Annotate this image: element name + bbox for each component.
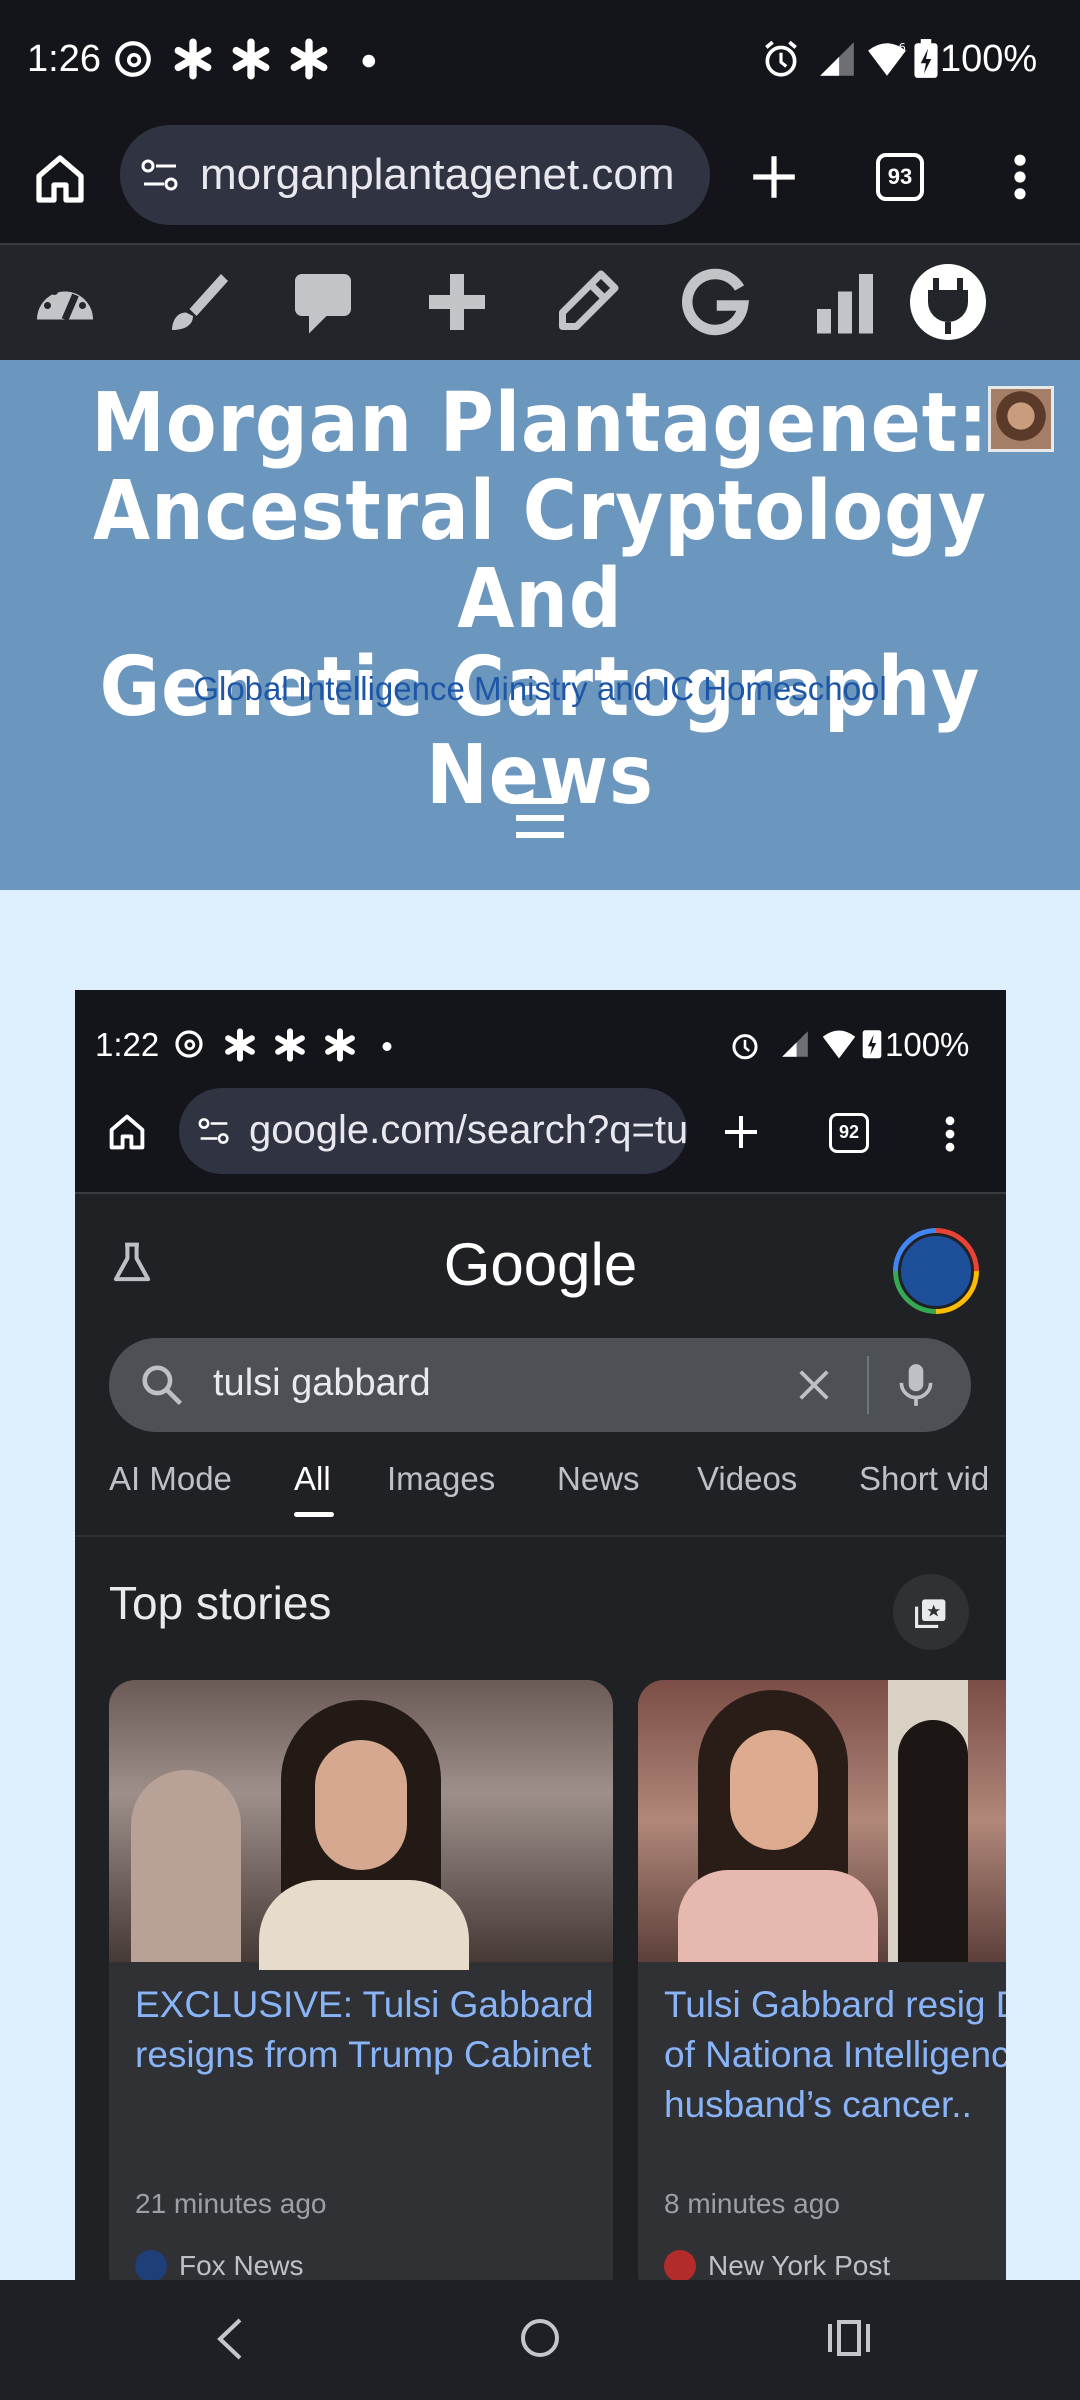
active-tab-indicator [294,1512,334,1517]
asterisk-app-icon [275,1028,305,1062]
url-bar[interactable]: morganplantagenet.com [120,125,710,225]
story-image [109,1680,613,1970]
google-logo: Google [443,1231,638,1298]
new-content-plus-icon[interactable] [422,267,492,337]
tab-news: News [557,1460,640,1497]
alarm-icon [765,40,797,77]
stats-bars-icon[interactable] [810,267,880,337]
embedded-status-bar: 1:22 100% [75,990,1006,1088]
user-avatar[interactable] [988,386,1054,452]
site-tagline: Global Intelligence Ministry and IC Home… [193,670,887,707]
asterisk-app-icon [290,38,328,80]
system-nav-bar [0,2280,1080,2400]
story-age: 8 minutes ago [664,2188,840,2219]
back-icon[interactable] [210,2316,250,2362]
embedded-screenshot: 1:22 100% google.com/search?q=tu 92 Goog… [75,990,1006,2290]
site-title-line: Ancestral Cryptology And [93,464,987,647]
new-tab-icon[interactable] [748,151,800,203]
admin-toolbar [0,245,1080,360]
svg-text:6: 6 [899,41,906,55]
embedded-browser-toolbar: google.com/search?q=tu 92 [75,1088,1006,1194]
search-divider [867,1356,869,1414]
more-menu-icon [945,1116,955,1152]
story-headline: Tulsi Gabbard resig Director of Nationa … [664,1984,1006,2125]
story-viewer-button [893,1574,969,1650]
status-bar: 1:26 6 100% [0,0,1080,125]
asterisk-app-icon [325,1028,355,1062]
signal-icon [820,42,854,76]
tab-switcher-button: 92 [829,1113,869,1153]
recents-icon[interactable] [826,2316,872,2360]
tab-videos: Videos [697,1460,798,1497]
threads-icon [115,41,151,77]
story-card: Tulsi Gabbard resig Director of Nationa … [638,1680,1006,2290]
edit-pencil-icon[interactable] [552,267,622,337]
embedded-url-text: google.com/search?q=tu [249,1108,689,1152]
tab-images: Images [387,1460,496,1497]
asterisk-app-icon [232,38,270,80]
asterisk-app-icon [174,38,212,80]
tabs-divider [75,1535,1006,1537]
wifi-icon [822,1030,856,1059]
dashboard-icon[interactable] [30,267,100,337]
site-header: Morgan Plantagenet: Ancestral Cryptology… [0,360,1080,890]
embedded-status-time: 1:22 [95,1026,160,1063]
hamburger-menu-icon[interactable] [516,798,564,838]
notification-dot-icon [362,54,376,68]
site-settings-icon [198,1118,229,1144]
status-time: 1:26 [27,38,101,80]
home-icon [109,1114,145,1150]
signal-icon [782,1031,808,1057]
browser-toolbar: morganplantagenet.com 93 [0,125,1080,245]
source-logo [135,2250,167,2282]
wifi-icon: 6 [868,41,906,76]
home-icon[interactable] [30,149,90,209]
asterisk-app-icon [225,1028,255,1062]
story-source: New York Post [708,2250,891,2281]
battery-charging-icon [914,39,938,78]
battery-percent: 100% [940,38,1038,80]
tab-short-videos: Short vid [859,1460,990,1497]
story-card: EXCLUSIVE: Tulsi Gabbard resigns from Tr… [109,1680,613,2290]
battery-charging-icon [862,1030,882,1059]
story-age: 21 minutes ago [135,2188,327,2219]
notification-dot-icon [382,1042,392,1051]
account-avatar [893,1228,979,1314]
customize-brush-icon[interactable] [158,267,228,337]
tab-all: All [294,1460,331,1497]
search-box: tulsi gabbard [109,1338,971,1432]
microphone-icon [899,1364,933,1406]
site-settings-icon[interactable] [140,157,180,193]
new-tab-icon [725,1116,757,1148]
home-nav-icon[interactable] [518,2316,562,2360]
threads-icon [175,1030,203,1058]
search-icon [142,1365,183,1406]
story-headline: EXCLUSIVE: Tulsi Gabbard resigns from Tr… [135,1984,594,2075]
url-text: morganplantagenet.com [200,150,675,199]
plugin-icon[interactable] [908,262,988,342]
more-menu-icon[interactable] [1000,149,1040,205]
clear-icon [799,1370,829,1400]
story-image [638,1680,1006,1962]
google-g-icon[interactable] [680,267,750,337]
tab-switcher-button[interactable]: 93 [876,153,924,201]
section-title: Top stories [109,1577,332,1629]
story-source: Fox News [179,2250,304,2281]
search-query: tulsi gabbard [213,1362,431,1404]
source-logo [664,2250,696,2282]
embedded-battery-percent: 100% [885,1026,970,1063]
site-title[interactable]: Morgan Plantagenet: Ancestral Cryptology… [0,380,1080,820]
comments-icon[interactable] [288,267,358,337]
alarm-icon [732,1034,758,1060]
embedded-url-bar: google.com/search?q=tu [179,1088,689,1174]
tab-ai-mode: AI Mode [109,1460,232,1497]
site-title-line: Morgan Plantagenet: [91,376,989,471]
story-viewer-icon [915,1599,946,1628]
